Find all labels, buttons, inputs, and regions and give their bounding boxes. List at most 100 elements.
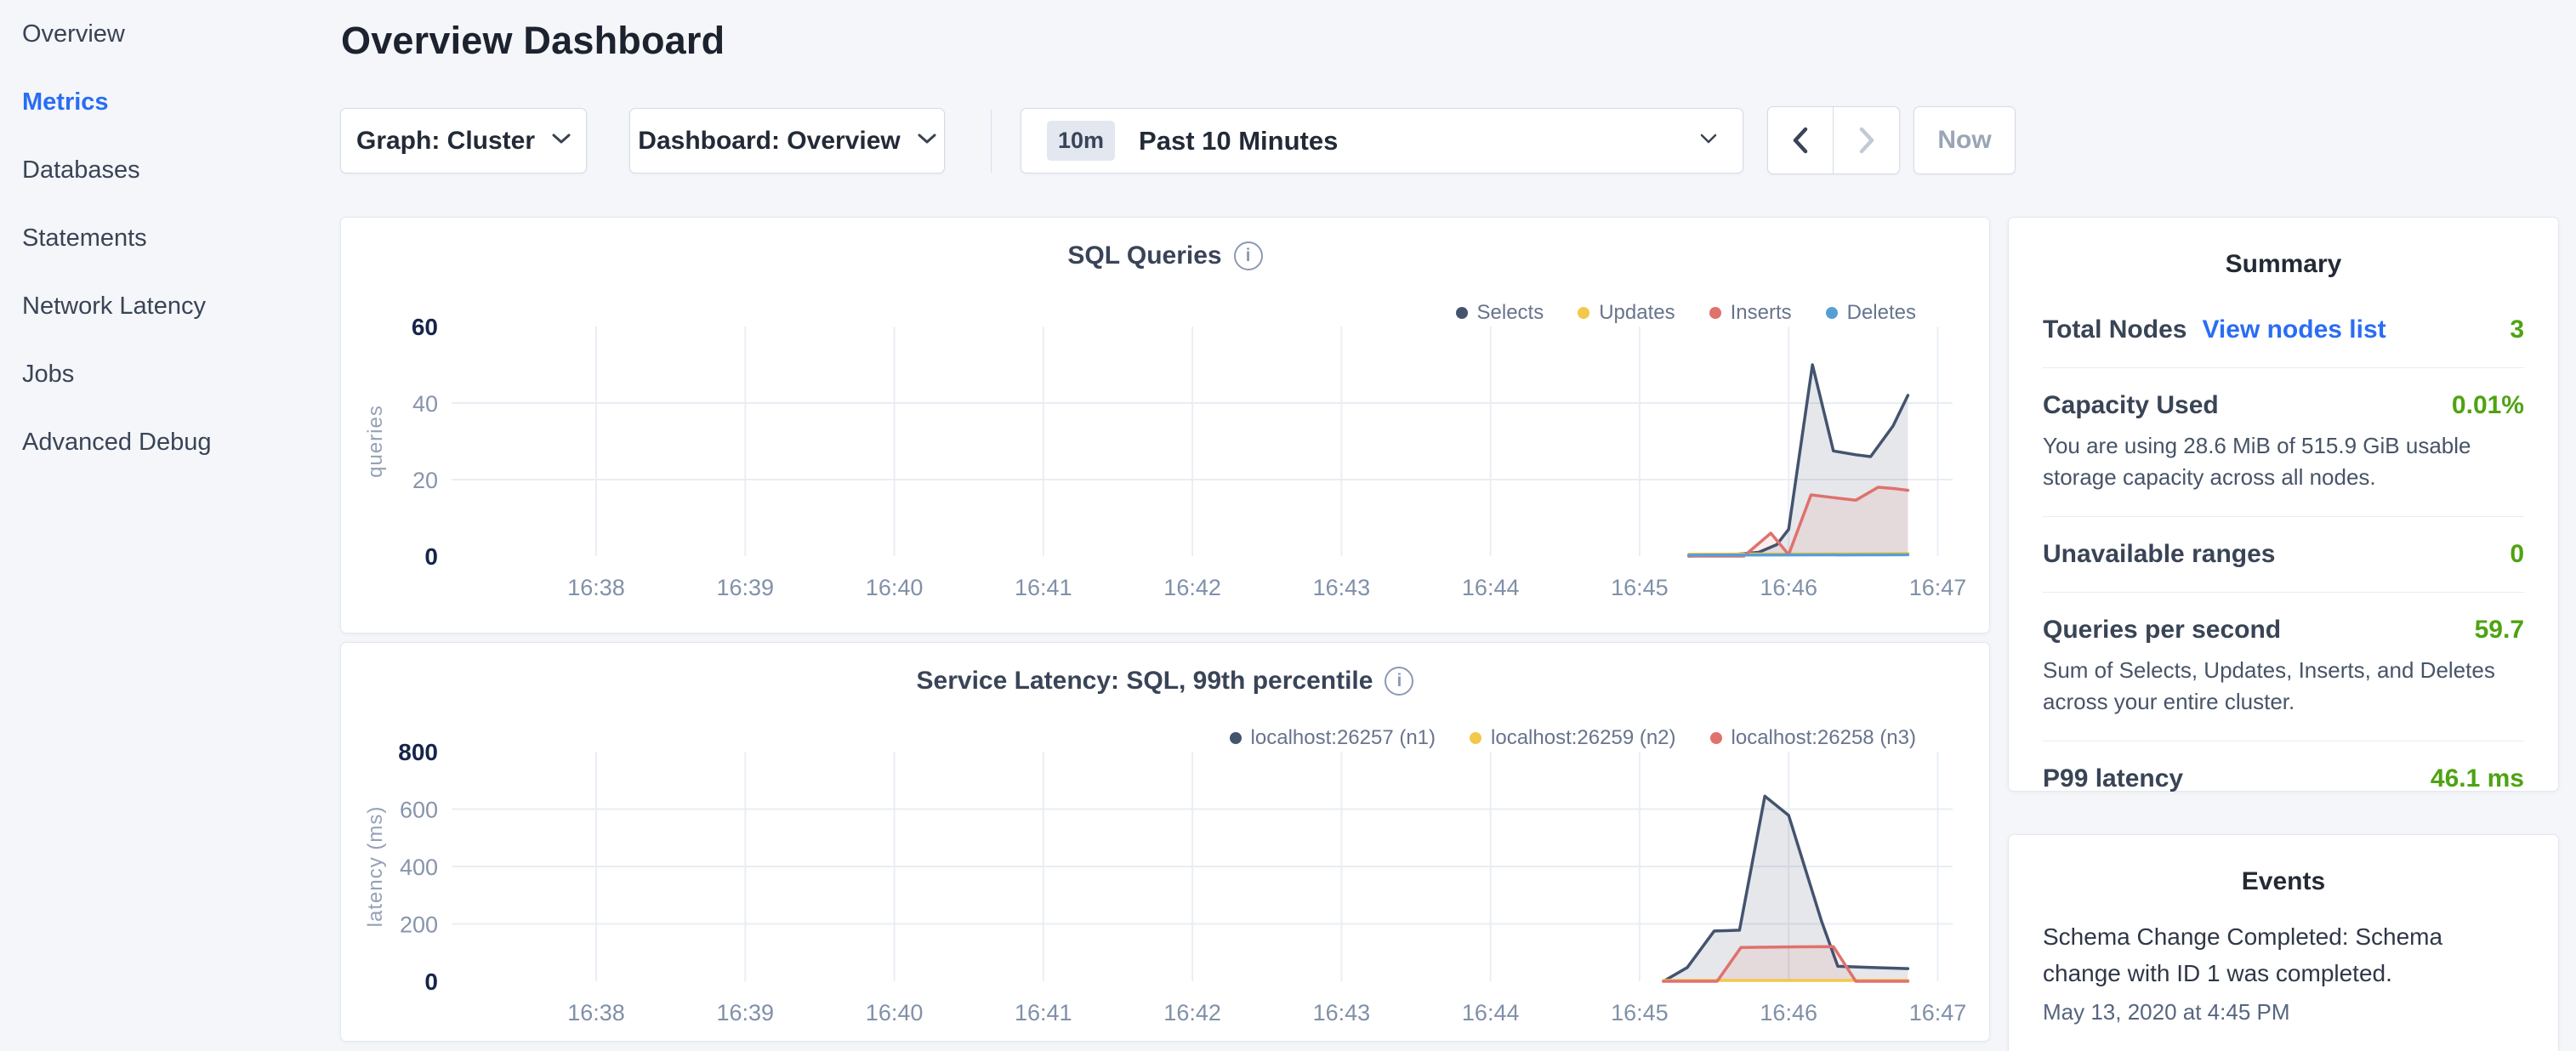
svg-text:16:47: 16:47 (1909, 575, 1967, 600)
sql-queries-chart-plot[interactable]: 16:38 16:39 16:40 16:41 16:42 16:43 16:44 16:45… (358, 318, 1974, 603)
summary-row-value: 3 (2510, 315, 2524, 344)
chevron-down-icon (1700, 134, 1717, 149)
view-nodes-list-link[interactable]: View nodes list (2202, 315, 2386, 344)
summary-row-value: 0 (2510, 540, 2524, 569)
summary-panel: Summary Total Nodes View nodes list 3 Capac… (2008, 217, 2559, 792)
svg-text:16:40: 16:40 (866, 1000, 924, 1025)
time-step-forward-button[interactable] (1834, 107, 1899, 173)
svg-text:queries: queries (364, 405, 387, 478)
summary-row-label: Unavailable ranges (2043, 540, 2275, 569)
legend-dot-icon (1826, 307, 1838, 319)
event-text: Schema Change Completed: Schema change w… (2043, 918, 2524, 992)
chevron-down-icon (918, 133, 936, 149)
svg-text:16:39: 16:39 (717, 1000, 775, 1025)
legend-dot-icon (1710, 732, 1722, 744)
sql-queries-chart-card: SQL Queries i SelectsUpdatesInsertsDelet… (340, 217, 1990, 633)
sidebar-item-network-latency[interactable]: Network Latency (22, 272, 340, 340)
legend-dot-icon (1470, 732, 1481, 744)
summary-row-label: P99 latency (2043, 764, 2183, 793)
chart-title: SQL Queries (1067, 241, 1221, 270)
event-timestamp: May 13, 2020 at 4:45 PM (2043, 999, 2524, 1025)
svg-text:400: 400 (400, 855, 438, 880)
svg-text:800: 800 (398, 743, 438, 765)
svg-text:16:45: 16:45 (1611, 1000, 1669, 1025)
summary-rows: Total Nodes View nodes list 3 Capacity Used… (2043, 293, 2524, 816)
legend-dot-icon (1578, 307, 1589, 319)
svg-text:16:39: 16:39 (717, 575, 775, 600)
sidebar-item-advanced-debug[interactable]: Advanced Debug (22, 408, 340, 476)
svg-text:16:40: 16:40 (866, 575, 924, 600)
svg-text:16:41: 16:41 (1015, 1000, 1072, 1025)
info-icon[interactable]: i (1234, 241, 1263, 270)
svg-text:0: 0 (424, 543, 438, 570)
summary-row: Unavailable ranges 0 (2043, 517, 2524, 593)
svg-text:16:43: 16:43 (1313, 575, 1371, 600)
time-range-picker[interactable]: 10m Past 10 Minutes (1021, 108, 1743, 173)
time-step-button-group (1767, 106, 1900, 174)
controls-divider (991, 110, 992, 173)
now-button[interactable]: Now (1914, 106, 2016, 174)
sidebar-item-overview[interactable]: Overview (22, 0, 340, 68)
events-panel-title: Events (2043, 867, 2524, 896)
events-list: Schema Change Completed: Schema change w… (2043, 918, 2524, 1025)
svg-text:16:38: 16:38 (567, 1000, 625, 1025)
page-title: Overview Dashboard (341, 19, 725, 63)
info-icon[interactable]: i (1385, 667, 1413, 696)
summary-row: Total Nodes View nodes list 3 (2043, 293, 2524, 368)
summary-panel-title: Summary (2043, 250, 2524, 279)
time-step-back-button[interactable] (1768, 107, 1834, 173)
sidebar-item-jobs[interactable]: Jobs (22, 340, 340, 408)
summary-row-value: 59.7 (2475, 616, 2524, 645)
svg-text:16:43: 16:43 (1313, 1000, 1371, 1025)
summary-row-value: 46.1 ms (2431, 764, 2524, 793)
svg-text:0: 0 (424, 969, 438, 995)
service-latency-chart-plot[interactable]: 16:38 16:39 16:40 16:41 16:42 16:43 16:44 16:45… (358, 743, 1974, 1028)
chart-title: Service Latency: SQL, 99th percentile (917, 667, 1373, 696)
svg-text:600: 600 (400, 798, 438, 823)
time-range-badge: 10m (1047, 121, 1115, 161)
now-button-label: Now (1937, 126, 1991, 155)
svg-text:latency (ms): latency (ms) (364, 806, 387, 928)
svg-text:16:46: 16:46 (1760, 575, 1817, 600)
summary-row: P99 latency 46.1 ms (2043, 741, 2524, 816)
dashboard-dropdown[interactable]: Dashboard: Overview (629, 108, 945, 173)
svg-text:40: 40 (412, 391, 438, 417)
graph-scope-dropdown-label: Graph: Cluster (356, 127, 535, 156)
sidebar: OverviewMetricsDatabasesStatementsNetwor… (0, 0, 340, 1051)
event-item: Schema Change Completed: Schema change w… (2043, 918, 2524, 1025)
svg-text:16:38: 16:38 (567, 575, 625, 600)
service-latency-chart-card: Service Latency: SQL, 99th percentile i … (340, 642, 1990, 1042)
svg-text:16:41: 16:41 (1015, 575, 1072, 600)
svg-text:200: 200 (400, 912, 438, 938)
summary-row: Capacity Used 0.01% You are using 28.6 MiB… (2043, 368, 2524, 517)
time-range-label: Past 10 Minutes (1139, 126, 1700, 156)
sidebar-item-statements[interactable]: Statements (22, 204, 340, 272)
summary-row: Queries per second 59.7 Sum of Selects, Up… (2043, 593, 2524, 741)
svg-text:16:44: 16:44 (1462, 575, 1520, 600)
svg-text:16:44: 16:44 (1462, 1000, 1520, 1025)
sidebar-item-databases[interactable]: Databases (22, 136, 340, 204)
chevron-left-icon (1789, 126, 1811, 155)
summary-row-description: Sum of Selects, Updates, Inserts, and De… (2043, 655, 2524, 718)
svg-text:16:42: 16:42 (1163, 1000, 1221, 1025)
svg-text:60: 60 (412, 318, 438, 340)
graph-scope-dropdown[interactable]: Graph: Cluster (340, 108, 587, 173)
sidebar-nav-list: OverviewMetricsDatabasesStatementsNetwor… (0, 0, 340, 476)
chevron-right-icon (1856, 126, 1878, 155)
svg-text:16:47: 16:47 (1909, 1000, 1967, 1025)
summary-row-label: Queries per second (2043, 616, 2281, 645)
svg-text:16:45: 16:45 (1611, 575, 1669, 600)
summary-row-label: Total Nodes (2043, 315, 2186, 344)
dashboard-dropdown-label: Dashboard: Overview (638, 127, 900, 156)
svg-text:16:46: 16:46 (1760, 1000, 1817, 1025)
legend-dot-icon (1456, 307, 1468, 319)
svg-text:16:42: 16:42 (1163, 575, 1221, 600)
legend-dot-icon (1230, 732, 1242, 744)
app-root: OverviewMetricsDatabasesStatementsNetwor… (0, 0, 2576, 1051)
sidebar-item-metrics[interactable]: Metrics (22, 68, 340, 136)
summary-row-label: Capacity Used (2043, 391, 2219, 420)
legend-dot-icon (1709, 307, 1721, 319)
chevron-down-icon (552, 133, 571, 149)
summary-row-description: You are using 28.6 MiB of 515.9 GiB usab… (2043, 430, 2524, 493)
summary-row-value: 0.01% (2452, 391, 2524, 420)
